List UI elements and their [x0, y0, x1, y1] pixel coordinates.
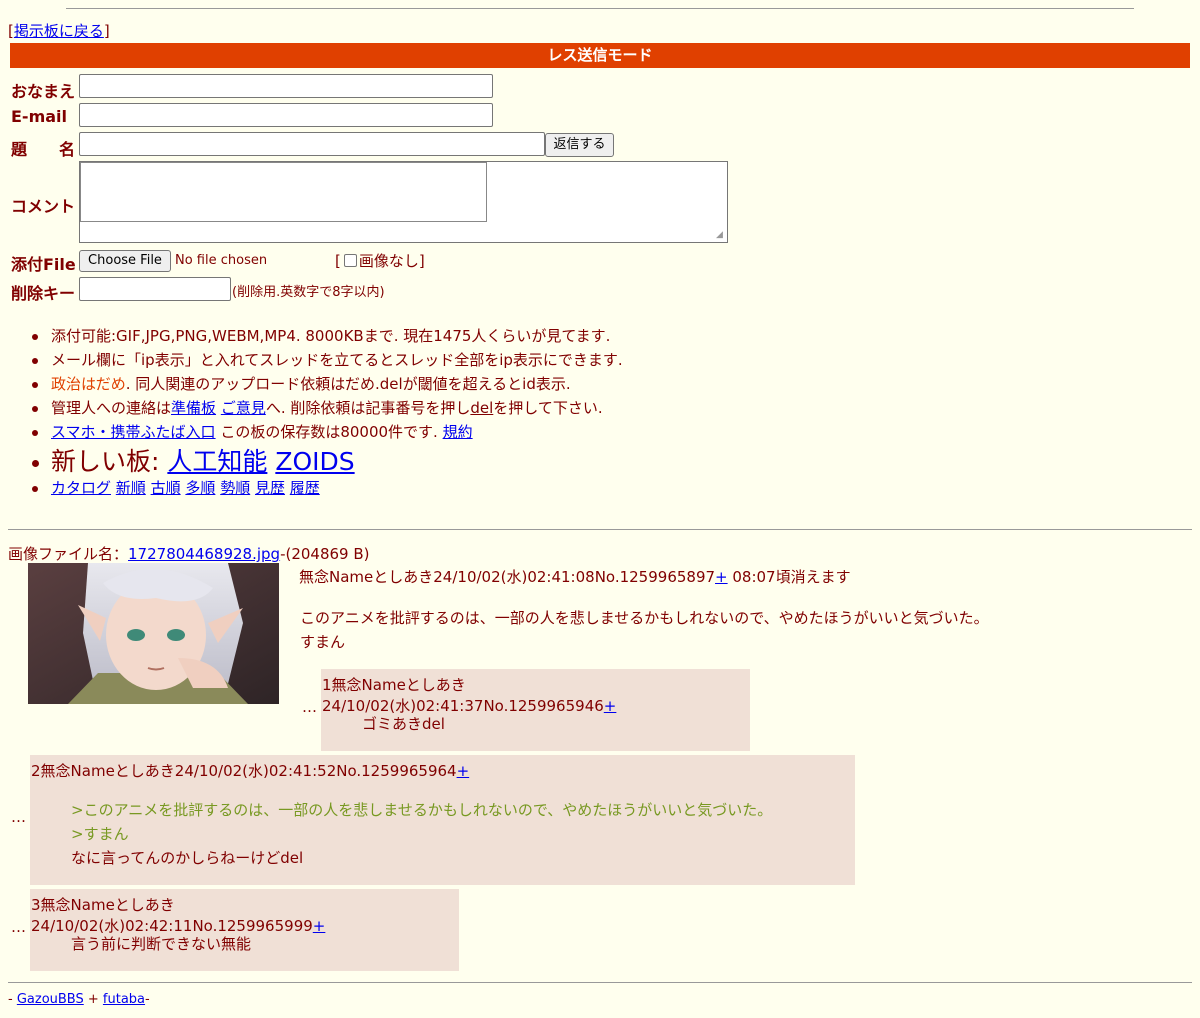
sort-links: カタログ 新順 古順 多順 勢順 見歴 履歴	[32, 478, 623, 502]
rule-contact: 管理人への連絡は準備板 ご意見へ. 削除依頼は記事番号を押しdelを押して下さい…	[32, 398, 623, 422]
ai-board-link[interactable]: 人工知能	[167, 447, 267, 476]
politics-warning: 政治はだめ	[51, 375, 126, 393]
file-label: 添付File	[11, 255, 76, 274]
reply-1-body: ゴミあきdel	[362, 715, 445, 733]
file-size: -(204869 B)	[280, 545, 370, 563]
anime-girl-thumbnail-icon	[28, 563, 279, 704]
subject-input[interactable]	[79, 132, 545, 156]
reply-3-header: 3無念Nameとしあき24/10/02(水)02:42:11No.1259965…	[31, 894, 459, 936]
delete-key-label: 削除キー	[11, 284, 76, 303]
subject-label: 題 名	[11, 140, 76, 159]
bracket-close: ]	[103, 22, 110, 40]
name-input[interactable]	[79, 74, 493, 98]
image-file-link[interactable]: 1727804468928.jpg	[128, 545, 280, 563]
reply-2-quote-1: >このアニメを批評するのは、一部の人を悲しませるかもしれないので、やめたほうがい…	[71, 801, 773, 819]
rule-politics: 政治はだめ. 同人関連のアップロード依頼はだめ.delが閾値を超えるとid表示.	[32, 374, 623, 398]
resize-handle-icon[interactable]: ◢	[716, 230, 726, 240]
thread-divider	[8, 529, 1192, 530]
op-meta: 無念Nameとしあき24/10/02(水)02:41:08No.12599658…	[299, 568, 716, 586]
reply-mode-banner: レス送信モード	[10, 43, 1190, 68]
board-rules-list: 添付可能:GIF,JPG,PNG,WEBM,MP4. 8000KBまで. 現在1…	[32, 326, 623, 502]
reply-3-meta: 3無念Nameとしあき24/10/02(水)02:42:11No.1259965…	[31, 896, 313, 935]
sort-old-link[interactable]: 古順	[151, 479, 181, 497]
feedback-link[interactable]: ご意見	[221, 399, 266, 417]
email-label: E-mail	[11, 107, 68, 126]
footer-suffix: -	[145, 992, 150, 1007]
mobile-entrance-link[interactable]: スマホ・携帯ふたば入口	[51, 423, 216, 441]
choose-file-button[interactable]: Choose File	[79, 250, 171, 272]
zoids-board-link[interactable]: ZOIDS	[275, 447, 354, 476]
reply-2-plus-link[interactable]: +	[457, 762, 470, 780]
reply-2-meta: 2無念Nameとしあき24/10/02(水)02:41:52No.1259965…	[31, 762, 457, 780]
reply-1-plus-link[interactable]: +	[604, 697, 617, 715]
reply-1-header: 1無念Nameとしあき24/10/02(水)02:41:37No.1259965…	[322, 674, 750, 716]
reply-2-body: >このアニメを批評するのは、一部の人を悲しませるかもしれないので、やめたほうがい…	[71, 798, 772, 870]
contact-post-text: を押して下さい.	[493, 399, 603, 417]
futaba-link[interactable]: futaba	[103, 992, 145, 1007]
op-body-line1: このアニメを批評するのは、一部の人を悲しませるかもしれないので、やめたほうがいい…	[300, 609, 989, 627]
view-history-link[interactable]: 見歴	[255, 479, 285, 497]
comment-inner-box	[80, 162, 487, 222]
no-image-label: 画像なし	[358, 252, 419, 270]
reply-2-ellipsis: …	[11, 808, 26, 826]
reply-1: 1無念Nameとしあき24/10/02(水)02:41:37No.1259965…	[321, 669, 750, 751]
terms-link[interactable]: 規約	[443, 423, 473, 441]
reply-2: 2無念Nameとしあき24/10/02(水)02:41:52No.1259965…	[30, 755, 855, 885]
reply-3-body: 言う前に判断できない無能	[71, 935, 252, 953]
gazoubbs-link[interactable]: GazouBBS	[17, 992, 84, 1007]
name-label: おなまえ	[11, 82, 76, 101]
reply-2-quote-2: >すまん	[71, 825, 129, 843]
back-to-board-link[interactable]: 掲示板に戻る	[14, 22, 104, 40]
contact-text: 管理人への連絡は	[51, 399, 172, 417]
op-header: 無念Nameとしあき24/10/02(水)02:41:08No.12599658…	[299, 566, 851, 587]
storage-text: この板の保存数は80000件です.	[215, 423, 443, 441]
op-body: このアニメを批評するのは、一部の人を悲しませるかもしれないので、やめたほうがいい…	[300, 606, 989, 654]
footer: - GazouBBS + futaba-	[8, 992, 150, 1007]
comment-label: コメント	[11, 197, 76, 216]
footer-divider	[8, 982, 1192, 983]
noimage-bracket-close: ]	[418, 252, 425, 270]
back-nav: [掲示板に戻る]	[8, 20, 110, 41]
rule-upload: 添付可能:GIF,JPG,PNG,WEBM,MP4. 8000KBまで. 現在1…	[32, 326, 623, 350]
reply-1-meta: 1無念Nameとしあき24/10/02(水)02:41:37No.1259965…	[322, 676, 604, 715]
contact-mid-text: へ. 削除依頼は記事番号を押し	[265, 399, 471, 417]
delete-key-input[interactable]	[79, 277, 231, 301]
rule-mobile: スマホ・携帯ふたば入口 この板の保存数は80000件です. 規約	[32, 422, 623, 446]
no-image-option: [ 画像なし]	[335, 250, 425, 271]
op-body-line2: すまん	[300, 633, 346, 651]
reply-1-ellipsis: …	[302, 698, 317, 716]
file-prefix: 画像ファイル名：	[8, 545, 129, 563]
footer-sep: +	[83, 992, 103, 1007]
noimage-bracket-open: [	[335, 252, 341, 270]
submit-reply-button[interactable]: 返信する	[545, 133, 614, 157]
top-divider	[66, 8, 1134, 9]
catalog-link[interactable]: カタログ	[51, 479, 111, 497]
reply-2-text: なに言ってんのかしらねーけどdel	[71, 849, 304, 867]
thread-image[interactable]	[28, 563, 279, 704]
rule-ip-display: メール欄に「ip表示」と入れてスレッドを立てるとスレッド全部をip表示にできます…	[32, 350, 623, 374]
del-link[interactable]: del	[470, 399, 493, 417]
file-status: No file chosen	[175, 253, 268, 268]
new-boards-label: 新しい板:	[51, 447, 168, 476]
delete-key-note: (削除用.英数字で8字以内)	[232, 285, 385, 300]
footer-prefix: -	[8, 992, 17, 1007]
no-image-checkbox[interactable]	[343, 254, 357, 267]
sort-many-link[interactable]: 多順	[185, 479, 215, 497]
op-plus-link[interactable]: +	[715, 568, 728, 586]
new-boards: 新しい板: 人工知能 ZOIDS	[32, 446, 623, 478]
file-info: 画像ファイル名：1727804468928.jpg-(204869 B)	[8, 543, 370, 564]
reply-3-plus-link[interactable]: +	[313, 917, 326, 935]
sort-momentum-link[interactable]: 勢順	[220, 479, 250, 497]
reply-3: 3無念Nameとしあき24/10/02(水)02:42:11No.1259965…	[30, 889, 459, 971]
reply-3-ellipsis: …	[11, 918, 26, 936]
reply-2-header: 2無念Nameとしあき24/10/02(水)02:41:52No.1259965…	[31, 760, 469, 781]
sort-new-link[interactable]: 新順	[116, 479, 146, 497]
post-history-link[interactable]: 履歴	[290, 479, 320, 497]
email-input[interactable]	[79, 103, 493, 127]
prep-board-link[interactable]: 準備板	[171, 399, 216, 417]
op-expire: 08:07頃消えます	[727, 568, 851, 586]
rule-politics-rest: . 同人関連のアップロード依頼はだめ.delが閾値を超えるとid表示.	[125, 375, 571, 393]
